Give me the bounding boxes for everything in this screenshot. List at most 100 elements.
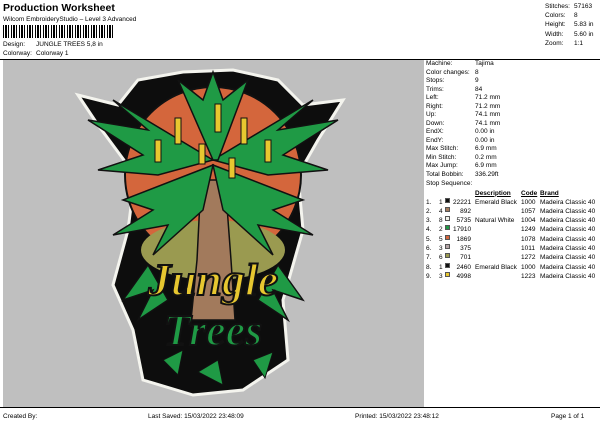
stop-brand: Madeira Classic 40: [540, 217, 596, 225]
design-preview: Jungle Trees: [3, 60, 424, 408]
info-value: 6.9 mm: [475, 145, 497, 152]
stop-brand: Madeira Classic 40: [540, 207, 596, 215]
stop-row: 6. 3 375 1011 Madeira Classic 40: [426, 243, 600, 253]
design-row: Design: JUNGLE TREES 5,8 in: [3, 41, 103, 48]
stop-description: Natural White: [475, 217, 515, 225]
info-row: Trims: 84: [426, 86, 600, 95]
stat-value: 5.83 in: [574, 21, 594, 29]
stop-code: 1000: [521, 198, 536, 206]
stop-stitches: 375: [460, 244, 471, 252]
info-row: Down: 74.1 mm: [426, 120, 600, 129]
info-row: Machine: Tajima: [426, 60, 600, 69]
info-value: 0.00 in: [475, 128, 495, 135]
color-swatch: [445, 197, 450, 203]
stop-description: Emerald Black: [475, 263, 517, 271]
stop-row: 3. 8 5735 Natural White 1004 Madeira Classic …: [426, 216, 600, 225]
machine-info-list: Machine: Tajima Color changes: 8 Stops: 9 Trim…: [426, 60, 600, 179]
stop-stitches: 5735: [456, 217, 471, 225]
stop-code: 1000: [521, 263, 536, 271]
info-label: Total Bobbin:: [426, 170, 464, 178]
color-swatch: [445, 243, 450, 249]
stop-number: 4: [439, 207, 443, 215]
info-label: EndX:: [426, 128, 444, 135]
stop-seq: 6.: [426, 244, 432, 252]
info-row: Min Stitch: 0.2 mm: [426, 154, 600, 163]
info-label: Right:: [426, 102, 443, 110]
info-label: Min Stitch:: [426, 153, 457, 161]
info-row: EndY: 0.00 in: [426, 137, 600, 146]
stat-value: 1:1: [574, 39, 584, 47]
design-value: JUNGLE TREES 5,8 in: [36, 41, 103, 48]
stop-stitches: 2460: [456, 263, 471, 271]
info-row: Total Bobbin: 336.29ft: [426, 171, 600, 180]
stop-number: 6: [439, 254, 443, 262]
stop-row: 5. 5 1869 1078 Madeira Classic 40: [426, 234, 600, 244]
stop-code: 1011: [521, 244, 535, 252]
stop-seq: 5.: [426, 235, 432, 243]
info-label: Max Stitch:: [426, 145, 459, 152]
info-label: EndY:: [426, 136, 444, 144]
stat-label: Zoom:: [545, 39, 564, 47]
info-value: 74.1 mm: [475, 111, 501, 118]
info-value: 8: [475, 68, 479, 76]
stat-row: Zoom: 1:1: [545, 39, 594, 48]
info-label: Color changes:: [426, 68, 470, 76]
stat-row: Height: 5.83 in: [545, 20, 594, 29]
stop-code: 1223: [521, 272, 536, 280]
stop-stitches: 1869: [456, 235, 471, 243]
stop-stitches: 701: [460, 254, 471, 262]
colorway-row: Colorway: Colorway 1: [3, 50, 69, 57]
info-row: Max Jump: 6.9 mm: [426, 162, 600, 171]
stop-brand: Madeira Classic 40: [540, 235, 596, 243]
page-number: Page 1 of 1: [551, 413, 585, 420]
stop-seq: 1.: [426, 198, 432, 206]
stop-brand: Madeira Classic 40: [540, 226, 596, 234]
stat-value: 8: [574, 12, 578, 20]
stat-row: Width: 5.60 in: [545, 30, 594, 39]
stop-number: 1: [439, 198, 443, 206]
info-value: 9: [475, 77, 479, 84]
stop-seq: 3.: [426, 217, 432, 225]
info-label: Up:: [426, 111, 437, 118]
info-row: Color changes: 8: [426, 69, 600, 78]
info-label: Left:: [426, 94, 439, 101]
barcode: [3, 25, 115, 38]
stop-seq: 2.: [426, 207, 432, 215]
info-value: 336.29ft: [475, 170, 499, 178]
stop-row: 8. 1 2460 Emerald Black 1000 Madeira Classic …: [426, 262, 600, 272]
stop-brand: Madeira Classic 40: [540, 254, 596, 262]
col-description: Description: [475, 189, 511, 197]
stop-stitches: 17910: [453, 226, 472, 234]
stop-seq: 4.: [426, 226, 432, 234]
color-swatch: [445, 216, 450, 222]
info-value: 71.2 mm: [475, 94, 501, 101]
info-value: 71.2 mm: [475, 102, 501, 110]
stop-stitches: 892: [460, 207, 471, 215]
color-swatch: [445, 271, 450, 277]
stop-code: 1004: [521, 217, 536, 225]
col-code: Code: [521, 189, 538, 197]
stop-number: 2: [439, 226, 443, 234]
stop-number: 3: [439, 244, 443, 252]
stop-code: 1272: [521, 254, 536, 262]
stop-row: 2. 4 892 1057 Madeira Classic 40: [426, 206, 600, 216]
stop-brand: Madeira Classic 40: [540, 198, 596, 206]
stop-number: 8: [439, 217, 443, 225]
stop-number: 5: [439, 235, 443, 243]
info-row: Stops: 9: [426, 77, 600, 86]
info-row: Up: 74.1 mm: [426, 111, 600, 120]
worksheet-header: Production Worksheet Wilcom EmbroiderySt…: [0, 0, 600, 59]
stats-panel: Stitches: 57163 Colors: 8 Height: 5.83 in Widt…: [545, 2, 594, 48]
info-value: 74.1 mm: [475, 119, 501, 127]
stat-row: Stitches: 57163: [545, 2, 594, 11]
stat-label: Stitches:: [545, 3, 570, 10]
info-row: EndX: 0.00 in: [426, 128, 600, 137]
color-swatch: [445, 225, 450, 231]
stop-number: 1: [439, 263, 443, 271]
stop-sequence-list: 1. 1 22221 Emerald Black 1000 Madeira Classic…: [426, 197, 600, 282]
color-swatch: [445, 206, 450, 212]
stop-seq: 9.: [426, 272, 432, 280]
design-title-line1: Jungle: [147, 254, 278, 305]
info-label: Stops:: [426, 77, 445, 84]
embroidery-design: Jungle Trees: [74, 68, 346, 397]
